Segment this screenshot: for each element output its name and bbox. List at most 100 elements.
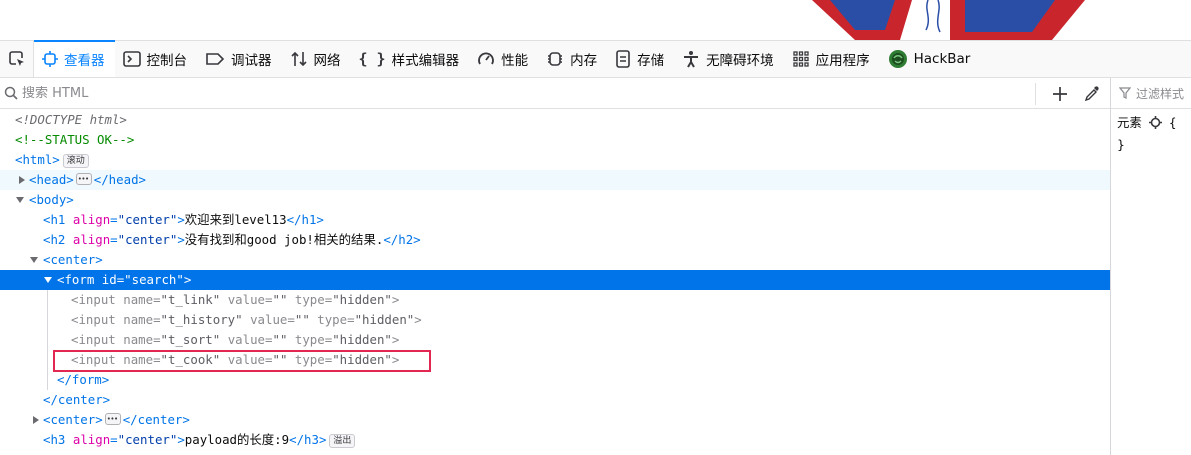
attr-name: type <box>317 312 348 327</box>
attr-value: "search" <box>124 272 184 287</box>
rules-filter[interactable]: 过滤样式 <box>1111 78 1191 109</box>
attr-value: "hidden" <box>332 332 392 347</box>
tab-storage[interactable]: 存储 <box>607 41 674 77</box>
tab-network[interactable]: 网络 <box>282 41 351 77</box>
body-tag: <body> <box>29 192 74 207</box>
attr-name: value <box>227 332 266 347</box>
tab-label: 存储 <box>637 53 665 69</box>
tab-performance[interactable]: 性能 <box>469 41 538 77</box>
attr-value: "" <box>294 312 310 327</box>
tree-node-input[interactable]: <input name="t_link" value="" type="hidd… <box>0 290 1110 310</box>
search-html-input[interactable] <box>22 85 922 101</box>
tree-node-input[interactable]: <input name="t_history" value="" type="h… <box>0 310 1110 330</box>
attr-name: name <box>123 312 154 327</box>
h1-close-tag: </h1> <box>286 212 324 227</box>
attr-name: name <box>123 332 154 347</box>
page-preview <box>0 0 1191 40</box>
collapse-twisty[interactable] <box>30 257 38 263</box>
tree-node-form-selected[interactable]: <form id="search"> <box>0 270 1110 290</box>
tree-node-html[interactable]: <html> 滚动 <box>0 150 1110 170</box>
page-logo-fragment <box>810 0 1090 40</box>
tab-console[interactable]: 控制台 <box>115 41 198 77</box>
pick-element-icon <box>8 51 24 66</box>
tab-application[interactable]: 应用程序 <box>784 41 880 77</box>
center-open-tag: <center> <box>43 412 103 427</box>
tree-node-form-close[interactable]: </form> <box>0 370 1110 390</box>
application-icon <box>792 51 809 67</box>
performance-icon <box>478 52 494 65</box>
rules-body: 元素 { } <box>1111 109 1191 159</box>
center-close-tag: </center> <box>43 392 111 407</box>
collapsed-ellipsis-icon[interactable] <box>75 169 92 189</box>
tab-label: 内存 <box>570 53 598 69</box>
tab-debugger[interactable]: 调试器 <box>197 41 282 77</box>
eyedropper-icon <box>1084 85 1099 101</box>
tab-memory[interactable]: 内存 <box>538 41 607 77</box>
element-rule-gear-icon[interactable] <box>1148 115 1162 135</box>
input-tag: <input <box>71 332 116 347</box>
open-brace: { <box>1168 115 1177 130</box>
tab-style-editor[interactable]: { } 样式编辑器 <box>351 41 470 77</box>
form-open-tag: <form <box>57 272 95 287</box>
search-icon <box>0 86 22 100</box>
attr-name: value <box>250 312 288 327</box>
attr-name: type <box>294 292 325 307</box>
doctype-text: <!DOCTYPE html> <box>15 112 127 127</box>
rules-panel: 过滤样式 元素 { } <box>1110 78 1191 455</box>
attr-name: align <box>72 432 111 447</box>
element-picker-button[interactable] <box>0 41 34 77</box>
h1-open-tag: <h1 <box>43 212 66 227</box>
tree-node-center[interactable]: <center> <box>0 250 1110 270</box>
memory-icon <box>548 52 563 66</box>
tab-accessibility[interactable]: 无障碍环境 <box>674 41 784 77</box>
tree-node-h3[interactable]: <h3 align="center">payload的长度:9</h3> 溢出 <box>0 430 1110 450</box>
tree-node-h2[interactable]: <h2 align="center">没有找到和good job!相关的结果.<… <box>0 230 1110 250</box>
network-icon <box>290 51 307 67</box>
tab-label: 查看器 <box>64 53 105 69</box>
tree-node-doctype[interactable]: <!DOCTYPE html> <box>0 110 1110 130</box>
tree-node-comment[interactable]: <!--STATUS OK--> <box>0 130 1110 150</box>
eyedropper-button[interactable] <box>1078 80 1106 108</box>
attr-value: "t_sort" <box>160 332 221 347</box>
tab-label: 控制台 <box>146 53 188 69</box>
devtools-toolbar: 查看器 控制台 调试器 网络 { } 样式编辑器 性能 内存 存储 无障碍环境 … <box>0 40 1191 78</box>
close-brace: } <box>1117 137 1125 152</box>
tree-node-h1[interactable]: <h1 align="center">欢迎来到level13</h1> <box>0 210 1110 230</box>
expand-twisty[interactable] <box>19 176 25 184</box>
tab-inspector[interactable]: 查看器 <box>34 40 115 77</box>
accessibility-icon <box>684 51 699 68</box>
attr-name: name <box>123 292 154 307</box>
tab-label: 样式编辑器 <box>391 53 460 69</box>
tree-node-head[interactable]: <head> </head> <box>0 169 1110 190</box>
tree-node-body[interactable]: <body> <box>0 190 1110 210</box>
tree-node-center-close[interactable]: </center> <box>0 390 1110 410</box>
tree-node-input[interactable]: <input name="t_sort" value="" type="hidd… <box>0 330 1110 350</box>
plus-icon <box>1053 86 1067 101</box>
overflow-badge[interactable]: 溢出 <box>329 434 356 448</box>
element-rule-label: 元素 <box>1117 115 1142 130</box>
filter-icon <box>1119 87 1131 99</box>
collapse-twisty[interactable] <box>44 277 52 283</box>
console-icon <box>122 51 141 67</box>
h2-close-tag: </h2> <box>383 232 421 247</box>
tree-node-center-collapsed[interactable]: <center> </center> <box>0 409 1110 430</box>
head-open-tag: <head> <box>29 172 74 187</box>
attr-value: "t_link" <box>160 292 221 307</box>
comment-text: <!--STATUS OK--> <box>15 132 135 147</box>
tab-label: 应用程序 <box>815 53 870 69</box>
input-tag: <input <box>71 312 116 327</box>
collapse-twisty[interactable] <box>16 197 24 203</box>
add-node-button[interactable] <box>1046 80 1074 108</box>
html-tag: <html> <box>15 152 60 167</box>
tab-label: HackBar <box>913 51 971 67</box>
tab-label: 性能 <box>501 53 529 69</box>
attr-value: "center" <box>117 212 178 227</box>
tab-label: 网络 <box>313 53 341 69</box>
tab-hackbar[interactable]: HackBar <box>880 41 981 77</box>
collapsed-ellipsis-icon[interactable] <box>104 409 121 429</box>
scroll-badge[interactable]: 滚动 <box>62 154 89 168</box>
expand-twisty[interactable] <box>33 416 39 424</box>
html-search-bar <box>0 78 1110 109</box>
filter-placeholder: 过滤样式 <box>1136 86 1185 101</box>
tab-label: 调试器 <box>231 53 272 69</box>
